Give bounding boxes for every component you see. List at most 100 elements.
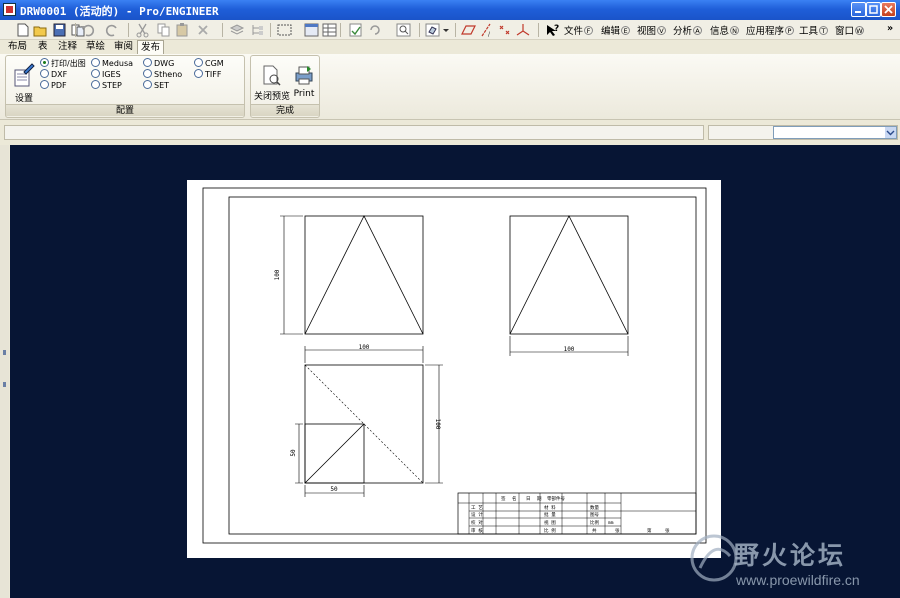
svg-text:审 核: 审 核 — [471, 527, 483, 534]
close-preview-icon — [263, 65, 281, 86]
refresh-icon[interactable] — [367, 22, 384, 38]
menu-analysis[interactable]: 分析 A — [673, 23, 703, 37]
svg-text:图号: 图号 — [590, 512, 599, 518]
menu-info[interactable]: 信息 N — [710, 23, 740, 37]
collapse-handle-icon[interactable] — [3, 382, 6, 387]
datum-points-icon[interactable] — [497, 22, 514, 38]
finish-group: 关闭预览 Print 完成 — [250, 55, 320, 118]
format-radio-set[interactable]: SET — [143, 80, 169, 91]
menu-window[interactable]: 窗口 W — [835, 23, 865, 37]
svg-text:张: 张 — [665, 527, 670, 534]
watermark-url: www.proewildfire.cn — [736, 572, 860, 588]
sheet-paper — [187, 180, 721, 558]
ribbon-tabs: 布局 表 注释 草绘 审阅 发布 — [0, 40, 900, 54]
display-style-dropdown-icon[interactable] — [441, 22, 450, 38]
menu-view[interactable]: 视图 V — [637, 23, 667, 37]
svg-text:期: 期 — [537, 496, 542, 502]
menu-edit[interactable]: 编辑 E — [601, 23, 631, 37]
tab-publish[interactable]: 发布 — [137, 40, 165, 54]
tab-layout[interactable]: 布局 — [5, 40, 30, 54]
side-panel-handle[interactable] — [0, 145, 9, 598]
drawing-sheet[interactable]: 100 100 100 100 50 50 签 名 日 期 零部件号 工 艺 设… — [187, 180, 721, 558]
datum-axes-icon[interactable]: / — [478, 22, 495, 38]
finish-group-label: 完成 — [251, 104, 319, 116]
configure-group: 设置 打印/出图 DXF PDF Medusa IGES STEP DWG St… — [5, 55, 245, 118]
select-box-icon[interactable] — [276, 22, 293, 38]
svg-text:签: 签 — [501, 495, 506, 502]
expand-handle-icon[interactable] — [3, 350, 6, 355]
print-button[interactable]: Print — [290, 64, 318, 99]
watermark-text: 野火论坛 — [734, 541, 847, 570]
inner-width-dim: 50 — [330, 486, 338, 493]
configure-group-label: 配置 — [6, 104, 244, 116]
format-radio-dxf[interactable]: DXF — [40, 69, 67, 80]
window-icon[interactable] — [303, 22, 320, 38]
svg-text:名: 名 — [512, 495, 517, 502]
app-icon[interactable] — [3, 3, 16, 16]
svg-text:校 对: 校 对 — [471, 519, 483, 526]
format-radio-medusa[interactable]: Medusa — [91, 58, 133, 69]
svg-text:?: ? — [554, 24, 559, 34]
cut-icon[interactable] — [134, 22, 151, 38]
tab-annotate[interactable]: 注释 — [55, 40, 80, 54]
close-button[interactable] — [881, 2, 896, 17]
side-width-dim: 100 — [564, 346, 575, 353]
svg-text:mm: mm — [608, 521, 614, 526]
save-icon[interactable] — [51, 22, 68, 38]
top-height-dim: 100 — [434, 419, 441, 430]
undo-icon[interactable] — [79, 22, 96, 38]
main-toolbar: / ? 文件 F 编辑 E 视图 V 分析 A 信息 N 应用程序 P 工具 T 窗口 W » — [0, 20, 900, 40]
filter-dropdown[interactable] — [773, 126, 897, 139]
new-file-icon[interactable] — [14, 22, 31, 38]
format-radio-dwg[interactable]: DWG — [143, 58, 174, 69]
display-style-icon[interactable] — [424, 22, 441, 38]
svg-text:共: 共 — [592, 527, 597, 534]
minimize-button[interactable] — [851, 2, 866, 17]
svg-text:工 艺: 工 艺 — [471, 505, 483, 511]
tab-sketch[interactable]: 草绘 — [83, 40, 108, 54]
open-folder-icon[interactable] — [32, 22, 49, 38]
format-radio-pdf[interactable]: PDF — [40, 80, 67, 91]
table-icon[interactable] — [321, 22, 338, 38]
proe-window: DRW0001 (活动的) - Pro/ENGINEER / ? 文件 F 编辑… — [0, 0, 900, 598]
format-radio-cgm[interactable]: CGM — [194, 58, 224, 69]
format-radio-iges[interactable]: IGES — [91, 69, 121, 80]
svg-text:第: 第 — [647, 527, 652, 534]
chevron-down-icon — [885, 127, 896, 138]
maximize-button[interactable] — [866, 2, 881, 17]
copy-icon[interactable] — [155, 22, 172, 38]
format-radio-stheno[interactable]: Stheno — [143, 69, 182, 80]
svg-text:比 例: 比 例 — [544, 527, 556, 534]
redo-icon[interactable] — [104, 22, 121, 38]
model-tree-icon[interactable] — [249, 22, 266, 38]
format-radio-tiff[interactable]: TIFF — [194, 69, 221, 80]
context-help-icon[interactable]: ? — [544, 22, 561, 38]
tab-review[interactable]: 审阅 — [111, 40, 136, 54]
menu-file[interactable]: 文件 F — [564, 23, 594, 37]
coord-sys-icon[interactable] — [515, 22, 532, 38]
regenerate-icon[interactable] — [347, 22, 364, 38]
svg-text:比例: 比例 — [590, 519, 599, 526]
paste-icon[interactable] — [174, 22, 191, 38]
menu-overflow-chevron[interactable]: » — [887, 23, 893, 34]
format-radio-plot[interactable]: 打印/出图 — [40, 58, 86, 69]
message-area — [4, 125, 704, 140]
ribbon-panel: 设置 打印/出图 DXF PDF Medusa IGES STEP DWG St… — [0, 54, 900, 120]
tab-table[interactable]: 表 — [35, 40, 51, 54]
datum-planes-icon[interactable] — [460, 22, 477, 38]
setup-button[interactable]: 设置 — [10, 62, 38, 104]
menu-applications[interactable]: 应用程序 P — [746, 23, 795, 37]
inner-height-dim: 50 — [290, 449, 297, 457]
layers-icon[interactable] — [229, 22, 246, 38]
message-strip — [0, 120, 900, 145]
svg-text:日: 日 — [526, 496, 531, 502]
menu-tools[interactable]: 工具 T — [799, 23, 829, 37]
svg-text:设 计: 设 计 — [471, 511, 483, 518]
front-height-dim: 100 — [274, 269, 281, 280]
top-width-dim: 100 — [359, 344, 370, 351]
svg-text:张: 张 — [615, 527, 620, 534]
close-preview-button[interactable]: 关闭预览 — [254, 64, 290, 102]
zoom-icon[interactable] — [395, 22, 412, 38]
format-radio-step[interactable]: STEP — [91, 80, 122, 91]
delete-icon[interactable] — [195, 22, 212, 38]
